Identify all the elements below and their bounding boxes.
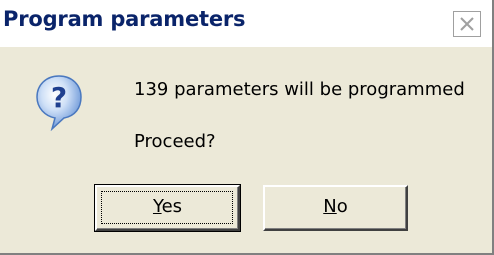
no-mnemonic: N bbox=[323, 196, 337, 217]
title-bar[interactable]: Program parameters bbox=[0, 0, 492, 47]
close-button[interactable] bbox=[453, 11, 481, 37]
no-button-label: No bbox=[323, 187, 347, 227]
yes-label-rest: es bbox=[161, 196, 183, 217]
message-text: 139 parameters will be programmed bbox=[134, 79, 465, 100]
dialog-title: Program parameters bbox=[3, 7, 246, 31]
no-label-rest: o bbox=[336, 196, 348, 217]
proceed-prompt: Proceed? bbox=[134, 131, 216, 152]
yes-mnemonic: Y bbox=[152, 196, 162, 217]
question-icon: ? bbox=[36, 75, 82, 131]
dialog-body: ? 139 parameters will be programmed Proc… bbox=[0, 47, 492, 253]
program-parameters-dialog: Program parameters ? 139 parameters will… bbox=[0, 0, 494, 255]
close-icon bbox=[460, 17, 474, 31]
no-button[interactable]: No bbox=[263, 185, 408, 231]
yes-button[interactable]: Yes bbox=[94, 184, 241, 232]
yes-button-label: Yes bbox=[153, 187, 182, 227]
svg-text:?: ? bbox=[51, 81, 67, 114]
